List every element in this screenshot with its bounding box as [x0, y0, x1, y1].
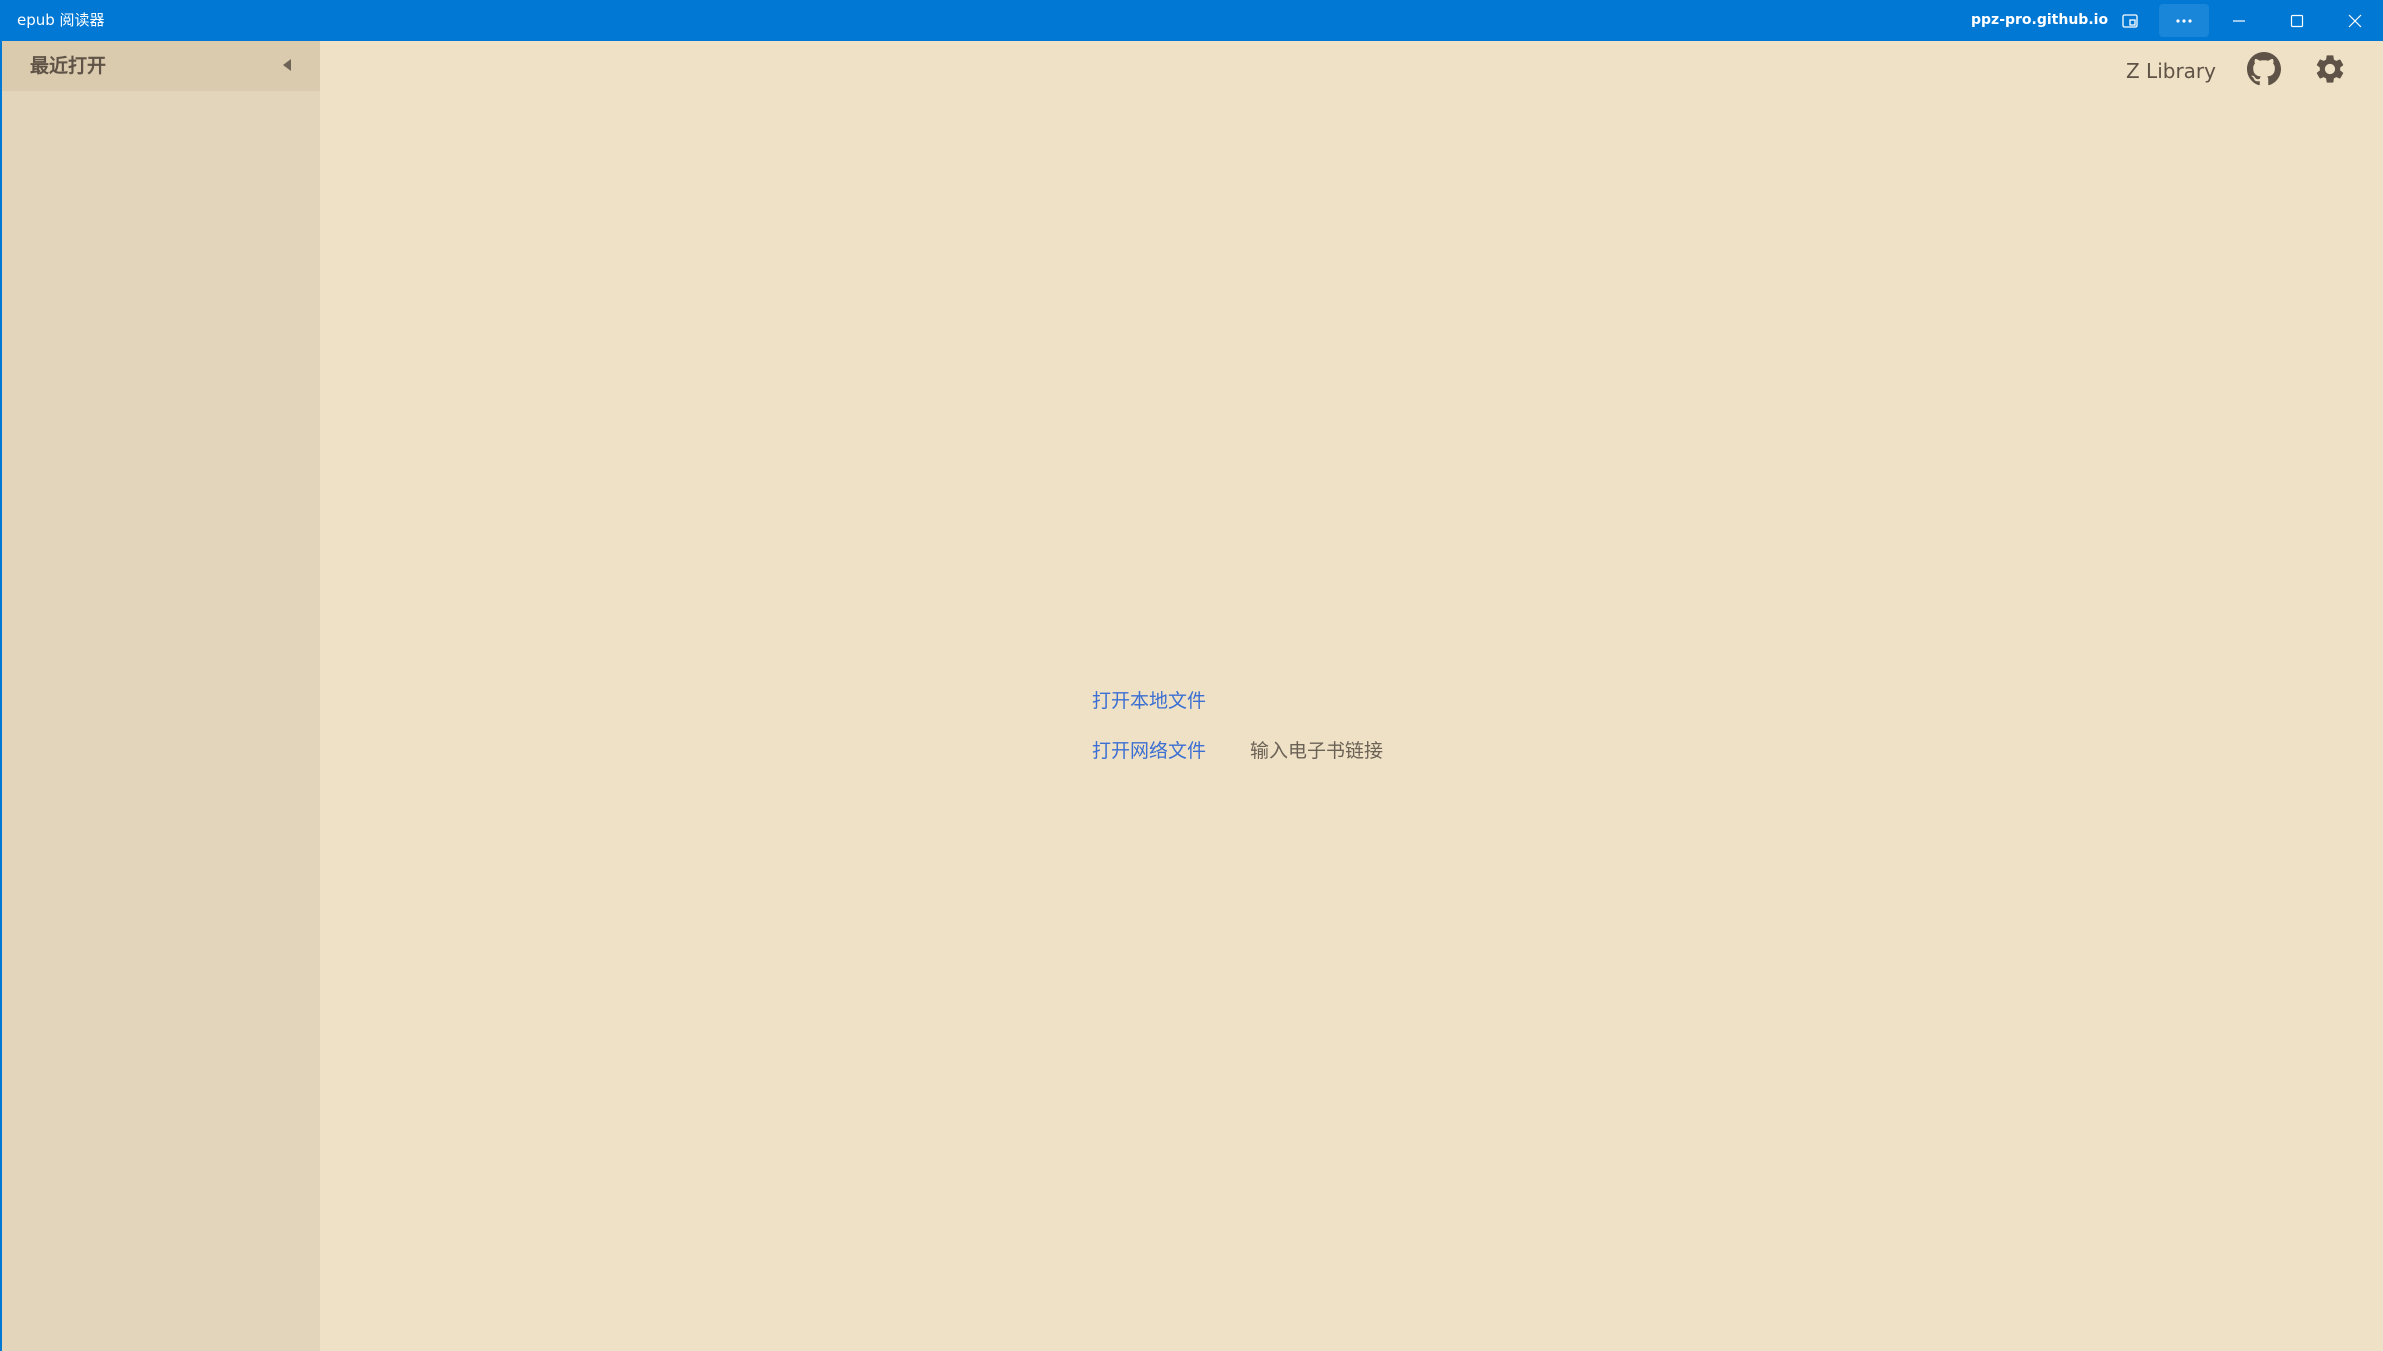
- site-name: ppz-pro.github.io: [1971, 12, 2109, 28]
- close-icon: [2348, 14, 2362, 28]
- maximize-icon: [2290, 14, 2304, 28]
- open-local-file-link[interactable]: 打开本地文件: [1092, 686, 1206, 716]
- settings-button[interactable]: [2311, 52, 2349, 90]
- minimize-icon: [2232, 14, 2246, 28]
- sidebar-collapse-button[interactable]: [274, 53, 300, 79]
- minimize-button[interactable]: [2211, 0, 2267, 41]
- github-icon: [2247, 52, 2281, 90]
- more-button[interactable]: [2159, 4, 2209, 37]
- close-button[interactable]: [2327, 0, 2383, 41]
- github-button[interactable]: [2245, 52, 2283, 90]
- more-icon: [2175, 18, 2193, 24]
- open-network-file-link[interactable]: 打开网络文件: [1092, 736, 1206, 766]
- app-title: epub 阅读器: [17, 11, 105, 29]
- gear-icon: [2313, 52, 2347, 90]
- title-bar: epub 阅读器 ppz-pro.github.io: [0, 0, 2383, 41]
- sidebar-header: 最近打开: [2, 41, 320, 91]
- zlibrary-link[interactable]: Z Library: [2126, 54, 2216, 88]
- sidebar-title: 最近打开: [30, 55, 107, 77]
- cast-icon: [2121, 12, 2139, 30]
- ebook-url-input[interactable]: [1250, 734, 1510, 768]
- maximize-button[interactable]: [2269, 0, 2325, 41]
- cast-button[interactable]: [2102, 0, 2158, 41]
- recent-sidebar: 最近打开: [2, 41, 320, 1351]
- caret-left-icon: [282, 57, 292, 76]
